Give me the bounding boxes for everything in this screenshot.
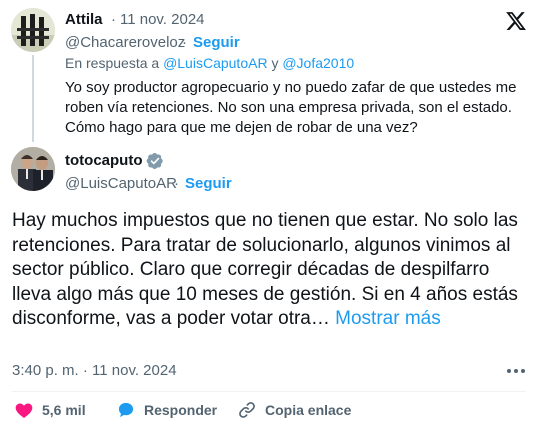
original-author-name[interactable]: totocaputo bbox=[65, 152, 142, 169]
reply-dot-separator: · bbox=[111, 11, 116, 28]
actions-divider bbox=[12, 391, 526, 392]
original-handle-separator: · bbox=[174, 175, 179, 192]
reply-handle-separator: · bbox=[182, 34, 187, 51]
reply-label: Responder bbox=[144, 402, 218, 418]
original-tweet-text: Hay muchos impuestos que no tienen que e… bbox=[12, 209, 528, 332]
copy-link-button[interactable]: Copia enlace bbox=[237, 400, 351, 420]
attila-avatar[interactable] bbox=[11, 8, 55, 52]
like-count: 5,6 mil bbox=[42, 402, 86, 418]
reply-follow-button[interactable]: Seguir bbox=[193, 34, 240, 51]
reply-author-name[interactable]: Attila bbox=[65, 11, 103, 28]
verified-badge-icon bbox=[146, 152, 163, 170]
thread-connector-line bbox=[32, 55, 34, 142]
original-follow-button[interactable]: Seguir bbox=[185, 175, 232, 192]
reply-context-prefix: En respuesta a bbox=[65, 55, 160, 71]
reply-button[interactable]: Responder bbox=[116, 400, 217, 420]
reply-context-conjunction: y bbox=[271, 55, 279, 71]
x-logo-icon[interactable] bbox=[505, 10, 527, 32]
reply-mention-luiscaputo[interactable]: @LuisCaputoAR bbox=[163, 55, 268, 71]
link-icon bbox=[239, 402, 255, 418]
reply-date[interactable]: 11 nov. 2024 bbox=[120, 11, 205, 28]
reply-mention-jofa[interactable]: @Jofa2010 bbox=[282, 55, 354, 71]
tweet-timestamp[interactable]: 3:40 p. m. · 11 nov. 2024 bbox=[12, 362, 177, 379]
totocaputo-avatar[interactable] bbox=[11, 147, 55, 191]
more-dots-icon[interactable] bbox=[506, 366, 526, 376]
original-handle[interactable]: @LuisCaputoAR bbox=[65, 175, 177, 192]
reply-context: En respuesta a @LuisCaputoAR y @Jofa2010 bbox=[65, 55, 354, 71]
heart-icon bbox=[15, 403, 33, 418]
reply-handle[interactable]: @Chacareroveloz bbox=[65, 34, 185, 51]
copy-link-label: Copia enlace bbox=[265, 402, 352, 418]
like-button[interactable]: 5,6 mil bbox=[14, 400, 86, 420]
reply-tweet-text: Yo soy productor agropecuario y no puedo… bbox=[65, 79, 517, 136]
show-more-link[interactable]: Mostrar más bbox=[335, 308, 441, 329]
original-tweet-body: Hay muchos impuestos que no tienen que e… bbox=[12, 210, 518, 329]
reply-bubble-icon bbox=[118, 402, 134, 418]
